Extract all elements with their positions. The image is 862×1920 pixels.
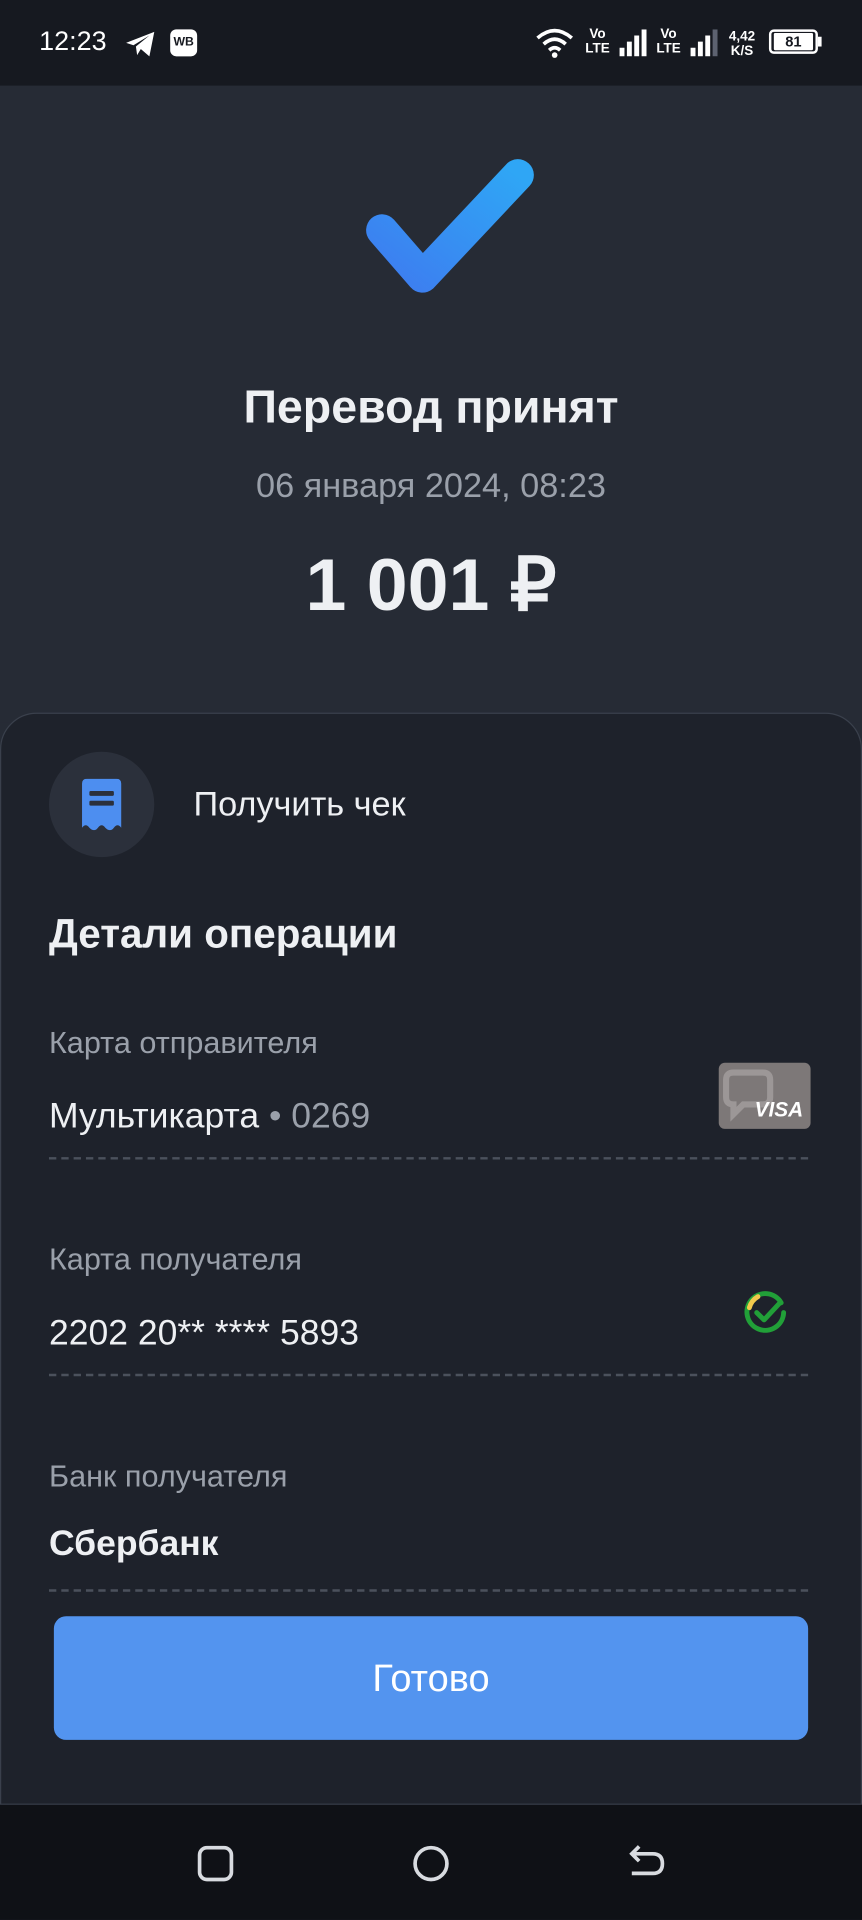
sber-icon bbox=[744, 1291, 787, 1333]
speed-unit: K/S bbox=[730, 44, 754, 59]
status-title: Перевод принят bbox=[243, 382, 619, 434]
get-receipt-label[interactable]: Получить чек bbox=[193, 785, 405, 824]
transfer-datetime: 06 января 2024, 08:23 bbox=[256, 466, 606, 505]
signal-icon bbox=[619, 29, 647, 57]
network-speed: 4,42 K/S bbox=[722, 29, 761, 58]
wb-icon: WB bbox=[170, 29, 198, 57]
speed-value: 4,42 bbox=[728, 29, 756, 45]
volte-label: Vo bbox=[589, 26, 606, 42]
recipient-card-value: 2202 20** **** 5893 bbox=[48, 1313, 359, 1353]
wb-badge-text: WB bbox=[173, 35, 194, 49]
recents-icon[interactable] bbox=[191, 1839, 240, 1888]
volte-indicator-1: Vo LTE bbox=[582, 27, 614, 56]
recipient-bank-label: Банк получателя bbox=[48, 1459, 288, 1494]
home-icon[interactable] bbox=[407, 1839, 456, 1888]
sender-card-number: • 0269 bbox=[268, 1097, 371, 1137]
volte-indicator-2: Vo LTE bbox=[653, 27, 685, 56]
battery-level: 81 bbox=[773, 33, 814, 51]
receipt-icon bbox=[82, 778, 122, 831]
divider bbox=[48, 1373, 809, 1377]
system-navigation-bar bbox=[0, 1804, 862, 1920]
status-bar: 12:23 WB Vo LTE Vo LTE 4,42 K/S 81 bbox=[0, 0, 862, 86]
divider bbox=[48, 1589, 809, 1592]
wifi-icon bbox=[536, 28, 574, 58]
recipient-card-label: Карта получателя bbox=[48, 1242, 302, 1278]
lte-label: LTE bbox=[585, 41, 610, 57]
transfer-success-screen: 12:23 WB Vo LTE Vo LTE 4,42 K/S 81 Перев… bbox=[0, 0, 862, 1920]
check-icon bbox=[366, 159, 534, 293]
get-receipt-button[interactable] bbox=[48, 751, 155, 858]
recipient-bank-value: Сбербанк bbox=[48, 1524, 219, 1564]
divider bbox=[48, 1157, 809, 1160]
details-title: Детали операции bbox=[48, 910, 398, 957]
battery-icon: 81 bbox=[768, 29, 818, 54]
battery-tip bbox=[817, 36, 822, 47]
volte-label: Vo bbox=[660, 26, 677, 42]
status-time: 12:23 bbox=[39, 25, 107, 57]
back-icon[interactable] bbox=[622, 1839, 671, 1888]
sender-card-value: Мультикарта • 0269 bbox=[49, 1097, 370, 1137]
telegram-icon bbox=[126, 31, 155, 57]
sender-card-label: Карта отправителя bbox=[48, 1026, 318, 1061]
lte-label: LTE bbox=[656, 41, 681, 57]
signal-icon bbox=[690, 29, 718, 57]
transfer-amount: 1 001 ₽ bbox=[305, 543, 557, 626]
done-button[interactable]: Готово bbox=[53, 1616, 809, 1740]
card-brand: VISA bbox=[754, 1098, 804, 1122]
sender-card-name: Мультикарта bbox=[48, 1097, 260, 1137]
visa-card-icon: VISA bbox=[718, 1062, 811, 1129]
